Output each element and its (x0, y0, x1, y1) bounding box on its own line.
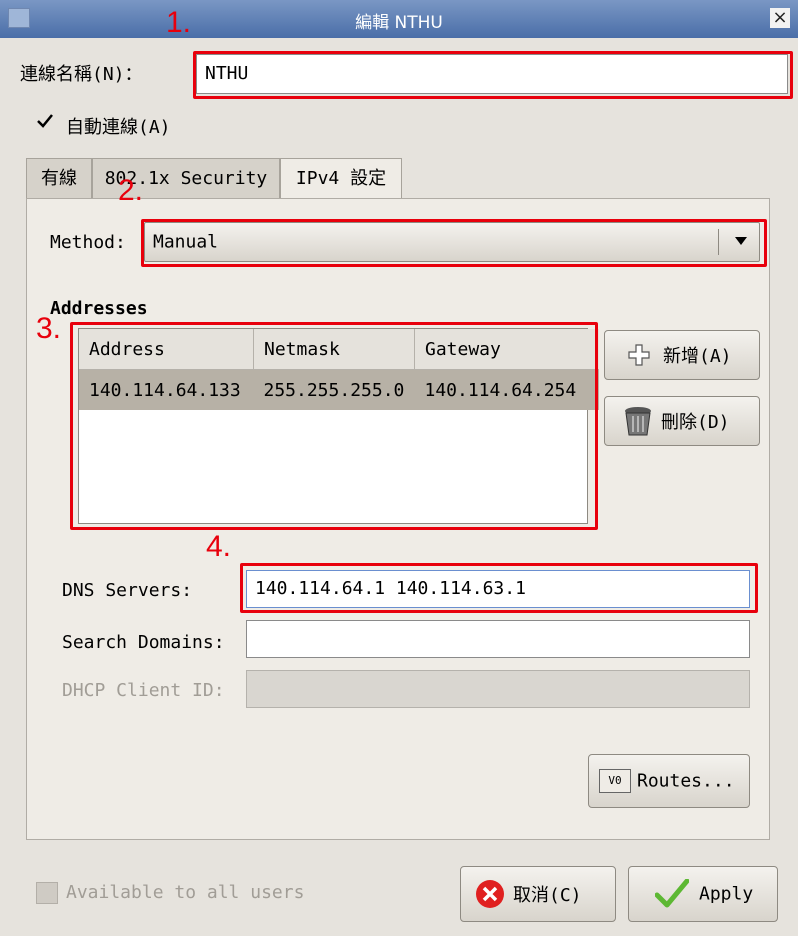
add-address-button[interactable]: 新增(A) (604, 330, 760, 380)
tab-wired[interactable]: 有線 (26, 158, 92, 199)
title-bar: 編輯 NTHU × (0, 0, 798, 38)
cancel-button[interactable]: 取消(C) (460, 866, 616, 922)
cancel-label: 取消(C) (513, 885, 582, 906)
routes-button[interactable]: V0 Routes... (588, 754, 750, 808)
apply-label: Apply (699, 883, 754, 905)
annotation-number-3: 3. (36, 312, 62, 345)
available-to-all-checkbox[interactable] (36, 882, 58, 904)
delete-address-label: 刪除(D) (661, 412, 730, 433)
tab-ipv4-settings[interactable]: IPv4 設定 (280, 158, 402, 201)
annotation-number-2: 2. (118, 174, 144, 207)
checkmark-icon (655, 879, 689, 908)
annotation-box-2 (141, 219, 767, 267)
auto-connect-label: 自動連線(A) (66, 117, 171, 138)
close-button[interactable]: × (770, 8, 790, 28)
add-address-label: 新增(A) (663, 346, 732, 367)
annotation-box-3 (70, 322, 598, 530)
trash-icon (625, 407, 651, 436)
window-title: 編輯 NTHU (355, 13, 443, 33)
delete-address-button[interactable]: 刪除(D) (604, 396, 760, 446)
routes-label: Routes... (637, 770, 735, 792)
routes-icon: V0 (599, 769, 631, 793)
connection-name-label: 連線名稱(N)： (20, 64, 143, 85)
search-domains-label: Search Domains: (62, 632, 225, 653)
annotation-box-4 (240, 563, 758, 613)
auto-connect-checkbox[interactable] (36, 112, 54, 130)
annotation-box-1 (193, 51, 793, 99)
available-to-all-label: Available to all users (66, 882, 305, 903)
edit-connection-dialog: 編輯 NTHU × 連線名稱(N)： NTHU 自動連線(A) 有線 802.1… (0, 0, 798, 936)
annotation-number-4: 4. (206, 530, 232, 563)
plus-icon (628, 344, 650, 366)
method-label: Method: (50, 232, 126, 253)
apply-button[interactable]: Apply (628, 866, 778, 922)
addresses-heading: Addresses (50, 298, 148, 319)
dns-servers-label: DNS Servers: (62, 580, 193, 601)
annotation-number-1: 1. (166, 6, 192, 39)
dhcp-client-id-label: DHCP Client ID: (62, 680, 225, 701)
cancel-icon (476, 880, 504, 908)
search-domains-field[interactable] (246, 620, 750, 658)
dhcp-client-id-field (246, 670, 750, 708)
